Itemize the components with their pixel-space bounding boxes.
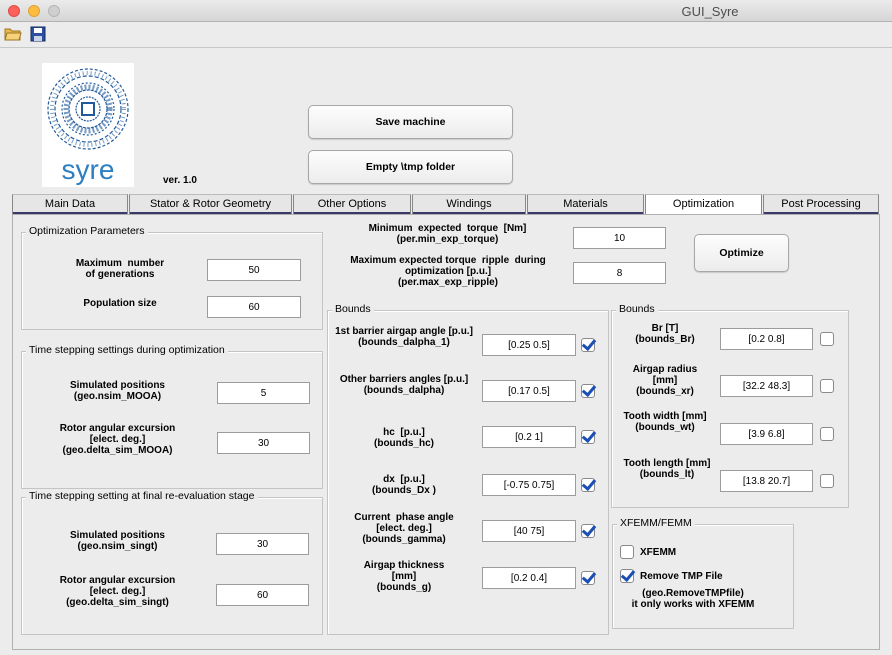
bound-g-input[interactable]	[482, 567, 576, 589]
group-title: Time stepping setting at final re-evalua…	[26, 490, 258, 502]
bound-gamma-input[interactable]	[482, 520, 576, 542]
bound-dalpha-label: Other barriers angles [p.u.] (bounds_dal…	[339, 374, 469, 396]
maximize-window-button[interactable]	[48, 5, 60, 17]
close-window-button[interactable]	[8, 5, 20, 17]
remove-tmp-label: Remove TMP File	[640, 571, 723, 582]
bound-g-label: Airgap thickness [mm] (bounds_g)	[363, 560, 445, 593]
bound-dalpha-checkbox[interactable]	[581, 384, 595, 398]
bound-xr-label: Airgap radius [mm] (bounds_xr)	[632, 364, 698, 397]
tab-stator-rotor-geometry[interactable]: Stator & Rotor Geometry	[129, 194, 292, 215]
version-label: ver. 1.0	[163, 175, 197, 186]
bound-xr-input[interactable]	[720, 375, 813, 397]
min-torque-input[interactable]	[573, 227, 666, 249]
population-input[interactable]	[207, 296, 301, 318]
bound-wt-input[interactable]	[720, 423, 813, 445]
bound-br-label: Br [T] (bounds_Br)	[635, 323, 695, 345]
remove-tmp-note: (geo.RemoveTMPfile) it only works with X…	[631, 588, 755, 610]
bound-lt-checkbox[interactable]	[820, 474, 834, 488]
time-stepping-optimization-group: Time stepping settings during optimizati…	[21, 344, 323, 489]
tab-optimization[interactable]: Optimization	[645, 194, 762, 215]
bound-dalpha-input[interactable]	[482, 380, 576, 402]
generations-label: Maximum number of generations	[75, 258, 165, 280]
final-reevaluation-group: Time stepping setting at final re-evalua…	[21, 490, 323, 635]
group-title: Time stepping settings during optimizati…	[26, 344, 228, 356]
sim-positions-input[interactable]	[217, 382, 310, 404]
tab-materials[interactable]: Materials	[527, 194, 644, 215]
bound-dalpha1-checkbox[interactable]	[581, 338, 595, 352]
min-torque-label: Minimum expected torque [Nm] (per.min_ex…	[368, 223, 527, 245]
generations-input[interactable]	[207, 259, 301, 281]
bound-wt-label: Tooth width [mm] (bounds_wt)	[623, 411, 707, 433]
tab-windings[interactable]: Windings	[412, 194, 526, 215]
angular-excursion-label: Rotor angular excursion [elect. deg.] (g…	[59, 423, 176, 456]
angular-excursion-input[interactable]	[217, 432, 310, 454]
syre-logo: syre	[42, 63, 134, 187]
group-title: XFEMM/FEMM	[617, 517, 695, 529]
bound-hc-input[interactable]	[482, 426, 576, 448]
max-ripple-input[interactable]	[573, 262, 666, 284]
final-angular-excursion-label: Rotor angular excursion [elect. deg.] (g…	[59, 575, 176, 608]
group-title: Optimization Parameters	[26, 225, 148, 237]
bound-gamma-label: Current phase angle [elect. deg.] (bound…	[354, 512, 454, 545]
bound-hc-checkbox[interactable]	[581, 430, 595, 444]
bound-dalpha1-label: 1st barrier airgap angle [p.u.] (bounds_…	[335, 326, 473, 348]
max-ripple-label: Maximum expected torque ripple during op…	[350, 255, 546, 288]
floppy-disk-icon[interactable]	[29, 26, 47, 42]
bound-br-checkbox[interactable]	[820, 332, 834, 346]
final-sim-positions-label: Simulated positions (geo.nsim_singt)	[69, 530, 165, 552]
bound-dx-label: dx [p.u.] (bounds_Dx )	[372, 474, 436, 496]
final-sim-positions-input[interactable]	[216, 533, 309, 555]
bound-dalpha1-input[interactable]	[482, 334, 576, 356]
toolbar	[0, 22, 892, 48]
tab-post-processing[interactable]: Post Processing	[763, 194, 879, 215]
tab-bar: Main Data Stator & Rotor Geometry Other …	[12, 194, 879, 215]
bound-gamma-checkbox[interactable]	[581, 524, 595, 538]
bound-g-checkbox[interactable]	[581, 571, 595, 585]
empty-tmp-folder-button[interactable]: Empty \tmp folder	[308, 150, 513, 184]
bound-br-input[interactable]	[720, 328, 813, 350]
remove-tmp-checkbox[interactable]	[620, 569, 634, 583]
folder-open-icon[interactable]	[4, 26, 22, 42]
final-angular-excursion-input[interactable]	[216, 584, 309, 606]
bound-dx-checkbox[interactable]	[581, 478, 595, 492]
bound-wt-checkbox[interactable]	[820, 427, 834, 441]
minimize-window-button[interactable]	[28, 5, 40, 17]
bound-hc-label: hc [p.u.] (bounds_hc)	[374, 427, 434, 449]
bound-xr-checkbox[interactable]	[820, 379, 834, 393]
xfemm-checkbox[interactable]	[620, 545, 634, 559]
group-title: Bounds	[616, 303, 658, 315]
window-title: GUI_Syre	[681, 4, 739, 19]
population-label: Population size	[83, 298, 157, 309]
bound-dx-input[interactable]	[482, 474, 576, 496]
bound-lt-input[interactable]	[720, 470, 813, 492]
sim-positions-label: Simulated positions (geo.nsim_MOOA)	[69, 380, 165, 402]
tab-other-options[interactable]: Other Options	[293, 194, 411, 215]
tab-main-data[interactable]: Main Data	[12, 194, 128, 215]
bound-lt-label: Tooth length [mm] (bounds_lt)	[623, 458, 711, 480]
window-titlebar: GUI_Syre	[0, 0, 892, 22]
group-title: Bounds	[332, 303, 374, 315]
svg-text:syre: syre	[62, 154, 115, 185]
save-machine-button[interactable]: Save machine	[308, 105, 513, 139]
optimize-button[interactable]: Optimize	[694, 234, 789, 272]
xfemm-label: XFEMM	[640, 547, 677, 558]
